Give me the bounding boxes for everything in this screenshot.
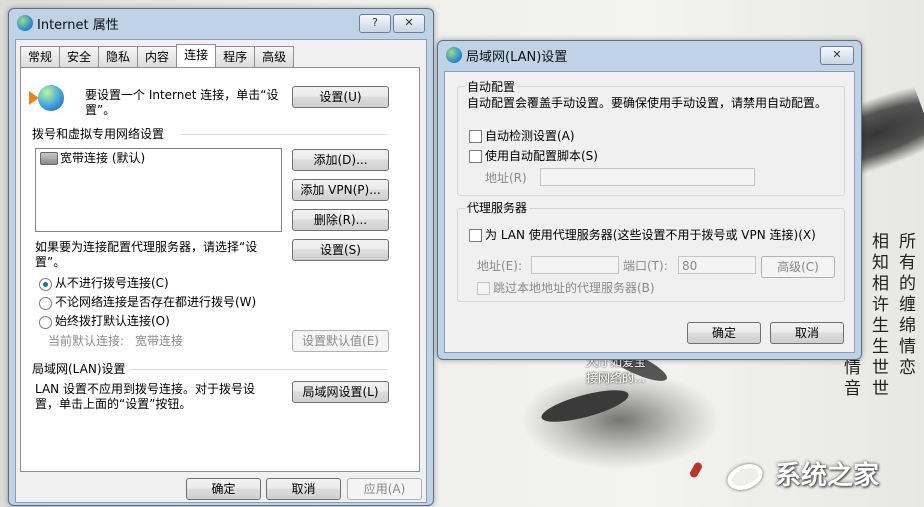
- tab-security[interactable]: 安全: [59, 46, 100, 67]
- cancel-button[interactable]: 取消: [770, 322, 844, 344]
- radio-label[interactable]: 不论网络连接是否存在都进行拨号(W): [55, 295, 256, 310]
- watermark: 系统之家: [725, 455, 879, 492]
- section-divider: [181, 134, 386, 135]
- use-proxy-checkbox[interactable]: [469, 229, 482, 242]
- radio-label[interactable]: 从不进行拨号连接(C): [55, 276, 169, 291]
- setup-button[interactable]: 设置(U): [292, 86, 389, 108]
- globe-icon: [38, 85, 64, 111]
- script-address-input[interactable]: [540, 168, 755, 186]
- use-script-checkbox[interactable]: [469, 150, 482, 163]
- delete-button[interactable]: 删除(R)...: [292, 209, 389, 231]
- apply-button[interactable]: 应用(A): [347, 478, 422, 500]
- lan-info-text: LAN 设置不应用到拨号连接。对于拨号设 置，单击上面的“设置”按钮。: [35, 382, 255, 412]
- proxy-port-input[interactable]: 80: [678, 256, 756, 274]
- dialog-client-area: 自动配置 自动配置会覆盖手动设置。要确保使用手动设置，请禁用自动配置。 自动检测…: [444, 71, 855, 353]
- close-button[interactable]: ✕: [820, 46, 854, 65]
- radio-label[interactable]: 始终拨打默认连接(O): [55, 314, 170, 329]
- use-script-label[interactable]: 使用自动配置脚本(S): [485, 149, 598, 164]
- setup-text-line: 置”。: [85, 103, 116, 117]
- lan-settings-dialog: 局域网(LAN)设置 ✕ 自动配置 自动配置会覆盖手动设置。要确保使用手动设置，…: [437, 40, 862, 360]
- tab-advanced[interactable]: 高级: [254, 46, 295, 67]
- proxy-hint-text: 如果要为连接配置代理服务器，请选择“设 置”。: [35, 240, 257, 270]
- window-title: Internet 属性: [37, 17, 119, 33]
- radio-dial-when-no-network[interactable]: [39, 297, 52, 310]
- proxy-port-label: 端口(T):: [623, 259, 668, 273]
- dialup-section-label: 拨号和虚拟专用网络设置: [32, 127, 165, 141]
- proxy-hint-line: 置”。: [35, 255, 66, 269]
- setup-text-line: 要设置一个 Internet 连接，单击“设: [85, 88, 279, 102]
- tab-programs[interactable]: 程序: [215, 46, 256, 67]
- current-default-label: 当前默认连接:: [48, 334, 125, 348]
- proxy-hint-line: 如果要为连接配置代理服务器，请选择“设: [35, 240, 258, 254]
- add-vpn-button[interactable]: 添加 VPN(P)...: [292, 179, 389, 201]
- auto-config-heading: 自动配置: [465, 80, 518, 95]
- setup-text: 要设置一个 Internet 连接，单击“设 置”。: [85, 88, 279, 118]
- list-item[interactable]: 宽带连接 (默认): [36, 149, 281, 167]
- radio-always-dial-default[interactable]: [39, 316, 52, 329]
- auto-config-description: 自动配置会覆盖手动设置。要确保使用手动设置，请禁用自动配置。: [467, 96, 828, 110]
- lan-info-line: 置，单击上面的“设置”按钮。: [35, 397, 192, 411]
- cancel-button[interactable]: 取消: [266, 478, 341, 500]
- connections-list[interactable]: 宽带连接 (默认): [35, 148, 282, 232]
- title-bar[interactable]: 局域网(LAN)设置: [438, 41, 861, 69]
- poem-column: 相知相许生生世世: [868, 232, 888, 400]
- help-button[interactable]: ?: [359, 14, 391, 33]
- connections-tab-panel: 要设置一个 Internet 连接，单击“设 置”。 设置(U) 拨号和虚拟专用…: [20, 67, 420, 472]
- close-button[interactable]: ✕: [393, 14, 425, 33]
- tab-content[interactable]: 内容: [137, 46, 178, 67]
- address-label: 地址(R): [485, 171, 527, 185]
- lan-settings-button[interactable]: 局域网设置(L): [292, 381, 389, 403]
- caption-line: 接网络的...: [586, 371, 646, 385]
- proxy-heading: 代理服务器: [465, 201, 530, 216]
- poem-column: 情音: [840, 358, 860, 400]
- auto-detect-checkbox[interactable]: [469, 130, 482, 143]
- bypass-local-checkbox[interactable]: [477, 282, 490, 295]
- internet-options-window: Internet 属性 ? ✕ 常规 安全 隐私 内容 连接 程序 高级 要设置…: [8, 8, 434, 506]
- broadband-connection-icon: [40, 152, 58, 165]
- ok-button[interactable]: 确定: [186, 478, 261, 500]
- lan-section-label: 局域网(LAN)设置: [32, 362, 126, 376]
- add-button[interactable]: 添加(D)...: [292, 149, 389, 171]
- radio-never-dial[interactable]: [39, 278, 52, 291]
- poem-column: 所有的缠绵情恋: [895, 232, 915, 379]
- ok-button[interactable]: 确定: [687, 322, 761, 344]
- current-default-value: 宽带连接: [135, 334, 184, 348]
- proxy-address-input[interactable]: [531, 256, 619, 274]
- tab-strip: 常规 安全 隐私 内容 连接 程序 高级: [20, 44, 295, 67]
- advanced-button[interactable]: 高级(C): [761, 256, 835, 278]
- auto-detect-label[interactable]: 自动检测设置(A): [485, 129, 575, 144]
- tab-general[interactable]: 常规: [20, 46, 61, 67]
- lan-info-line: LAN 设置不应用到拨号连接。对于拨号设: [35, 382, 255, 396]
- connection-name: 宽带连接 (默认): [60, 151, 146, 165]
- set-default-button[interactable]: 设置默认值(E): [292, 330, 389, 352]
- section-divider: [129, 369, 387, 370]
- dialog-title: 局域网(LAN)设置: [466, 49, 568, 65]
- use-proxy-label[interactable]: 为 LAN 使用代理服务器(这些设置不用于拨号或 VPN 连接)(X): [485, 228, 816, 243]
- watermark-logo-icon: [725, 461, 769, 487]
- watermark-text: 系统之家: [775, 461, 880, 491]
- bypass-local-label[interactable]: 跳过本地地址的代理服务器(B): [493, 281, 655, 296]
- internet-options-icon: [17, 15, 33, 31]
- settings-button[interactable]: 设置(S): [292, 239, 389, 261]
- window-client-area: 常规 安全 隐私 内容 连接 程序 高级 要设置一个 Internet 连接，单…: [15, 39, 427, 503]
- tab-privacy[interactable]: 隐私: [98, 46, 139, 67]
- proxy-address-label: 地址(E):: [477, 259, 522, 273]
- tab-connections[interactable]: 连接: [176, 44, 217, 67]
- lan-settings-icon: [446, 47, 462, 63]
